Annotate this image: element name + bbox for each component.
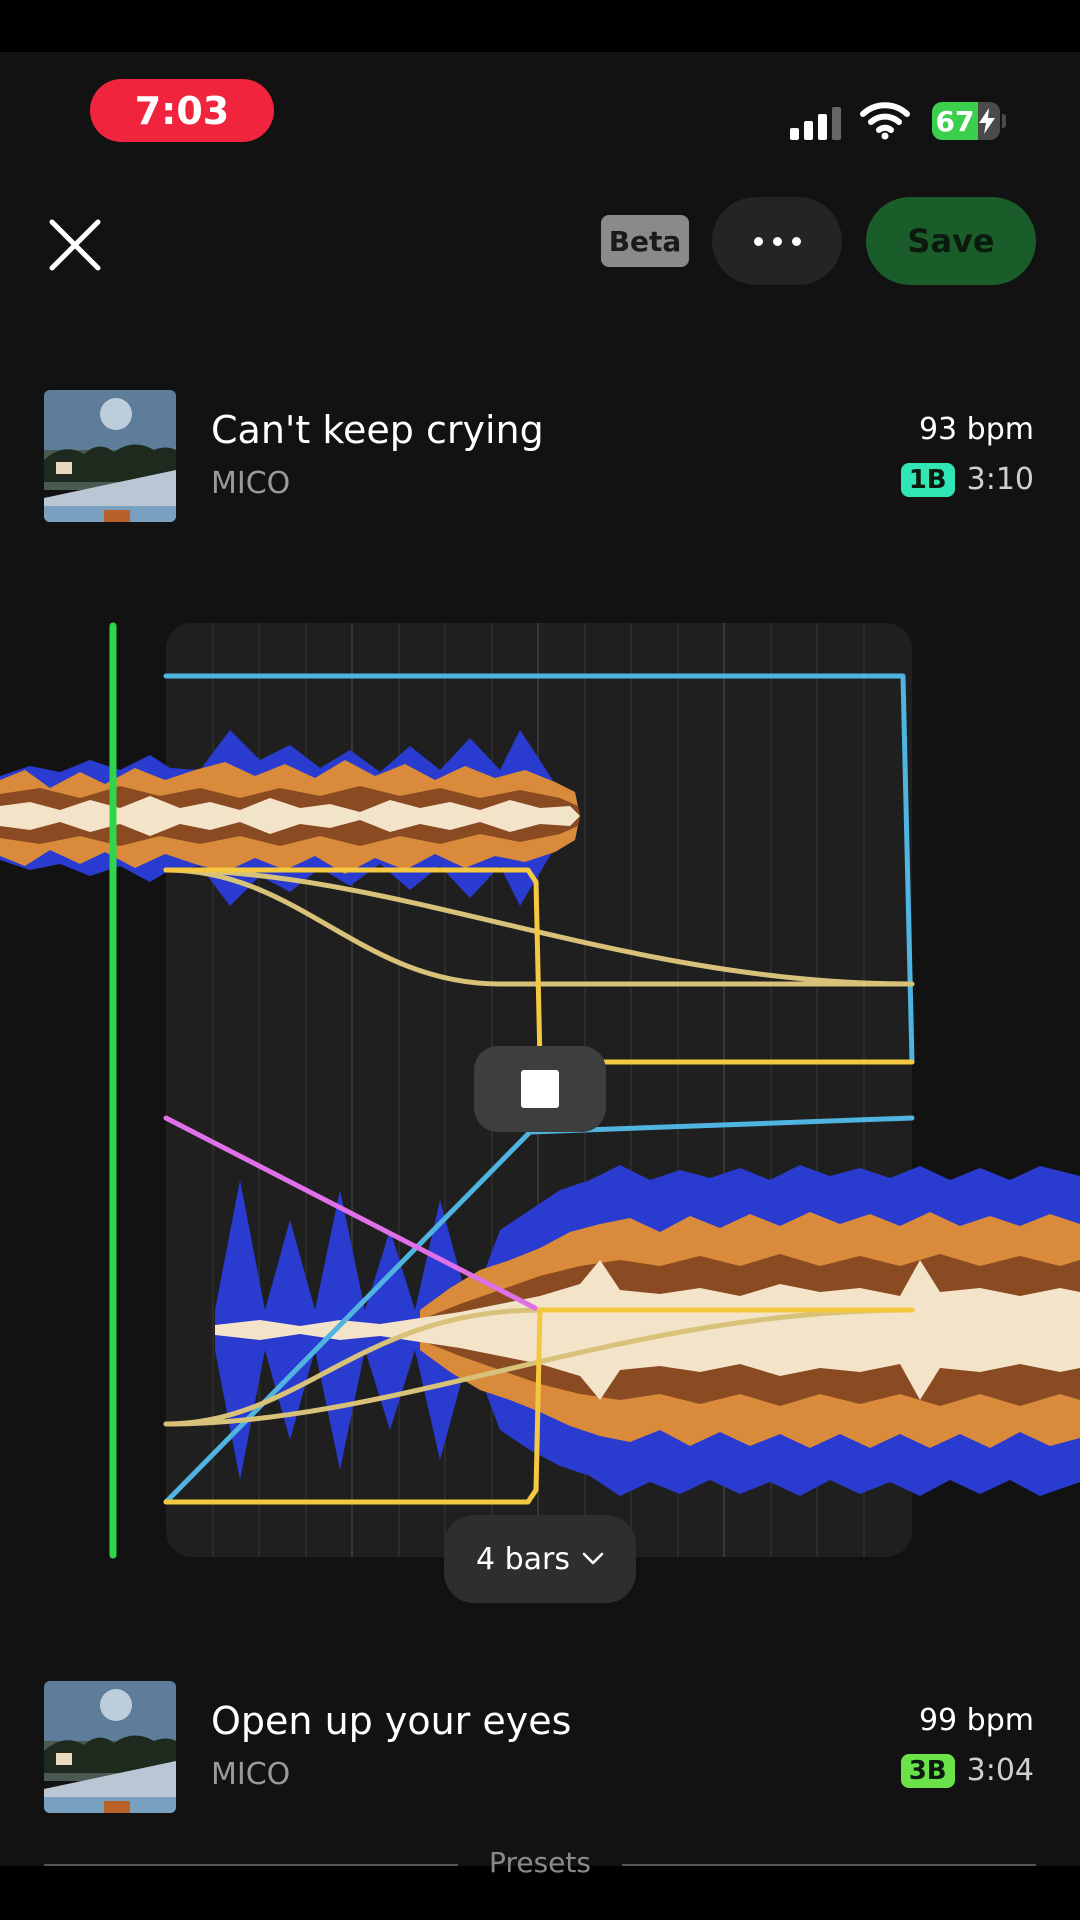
save-button[interactable]: Save — [866, 197, 1036, 285]
transition-length-dropdown[interactable]: 4 bars — [444, 1515, 636, 1603]
track-b-duration: 3:04 — [966, 1753, 1034, 1788]
battery-charging-icon: 67 — [932, 102, 1000, 140]
track-a-key-row: 1B 3:10 — [900, 462, 1034, 497]
presets-label[interactable]: Presets — [0, 1846, 1080, 1879]
close-icon — [49, 219, 101, 271]
bolt-icon — [979, 108, 995, 134]
album-art-track-b — [44, 1681, 176, 1813]
close-button[interactable] — [40, 210, 110, 280]
top-black-bar — [0, 0, 1080, 52]
cellular-signal-icon — [790, 106, 842, 140]
more-horizontal-icon — [753, 236, 763, 246]
track-a-duration: 3:10 — [966, 462, 1034, 497]
track-a-title: Can't keep crying — [211, 408, 544, 452]
stop-button[interactable] — [474, 1046, 606, 1132]
battery-level: 67 — [935, 104, 975, 138]
track-b-key-row: 3B 3:04 — [900, 1753, 1034, 1788]
track-a-artist: MICO — [211, 466, 291, 501]
stop-icon — [521, 1070, 559, 1108]
track-b-title: Open up your eyes — [211, 1699, 572, 1743]
track-b-artist: MICO — [211, 1757, 291, 1792]
track-b-bpm: 99 bpm — [918, 1703, 1034, 1738]
status-time: 7:03 — [134, 88, 230, 133]
beta-badge: Beta — [601, 215, 689, 267]
track-a-bpm: 93 bpm — [918, 412, 1034, 447]
more-options-button[interactable] — [712, 197, 842, 285]
track-b-key-badge: 3B — [900, 1753, 955, 1788]
status-time-pill: 7:03 — [90, 79, 274, 142]
chevron-down-icon — [582, 1552, 604, 1565]
waveform-track-b — [215, 1165, 1080, 1496]
battery-cap — [1002, 114, 1006, 128]
transition-length-label: 4 bars — [475, 1541, 570, 1577]
wifi-icon — [860, 102, 910, 140]
track-a-key-badge: 1B — [900, 462, 955, 497]
album-art-track-a — [44, 390, 176, 522]
